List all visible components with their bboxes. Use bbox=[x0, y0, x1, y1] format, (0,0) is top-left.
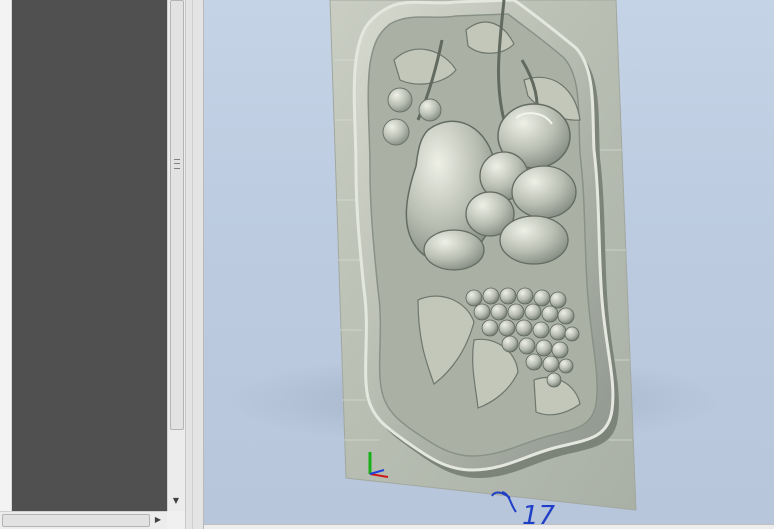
annotation-text: 17 bbox=[522, 501, 556, 524]
application-window: ▼ ▶ 17 bbox=[0, 0, 774, 529]
scroll-right-arrow-icon[interactable]: ▶ bbox=[150, 512, 166, 528]
horizontal-scroll-thumb[interactable] bbox=[2, 514, 150, 527]
viewport-canvas[interactable]: 17 bbox=[204, 0, 774, 524]
scroll-corner bbox=[167, 511, 185, 529]
vertical-scrollbar[interactable]: ▼ bbox=[167, 0, 185, 511]
horizontal-scrollbar[interactable]: ▶ bbox=[0, 511, 167, 529]
vertical-scroll-thumb[interactable] bbox=[170, 0, 184, 430]
panel-edge bbox=[0, 0, 12, 529]
relief-border bbox=[352, 0, 619, 478]
panel-content-area[interactable] bbox=[12, 0, 167, 511]
3d-viewport[interactable]: 17 bbox=[204, 0, 774, 524]
viewport-bottom-edge bbox=[204, 524, 774, 529]
left-dock-panel: ▼ ▶ bbox=[0, 0, 185, 529]
splitter-line bbox=[192, 0, 193, 529]
panel-splitter[interactable] bbox=[185, 0, 204, 529]
scroll-down-arrow-icon[interactable]: ▼ bbox=[168, 493, 184, 509]
grip-icon bbox=[174, 159, 180, 169]
